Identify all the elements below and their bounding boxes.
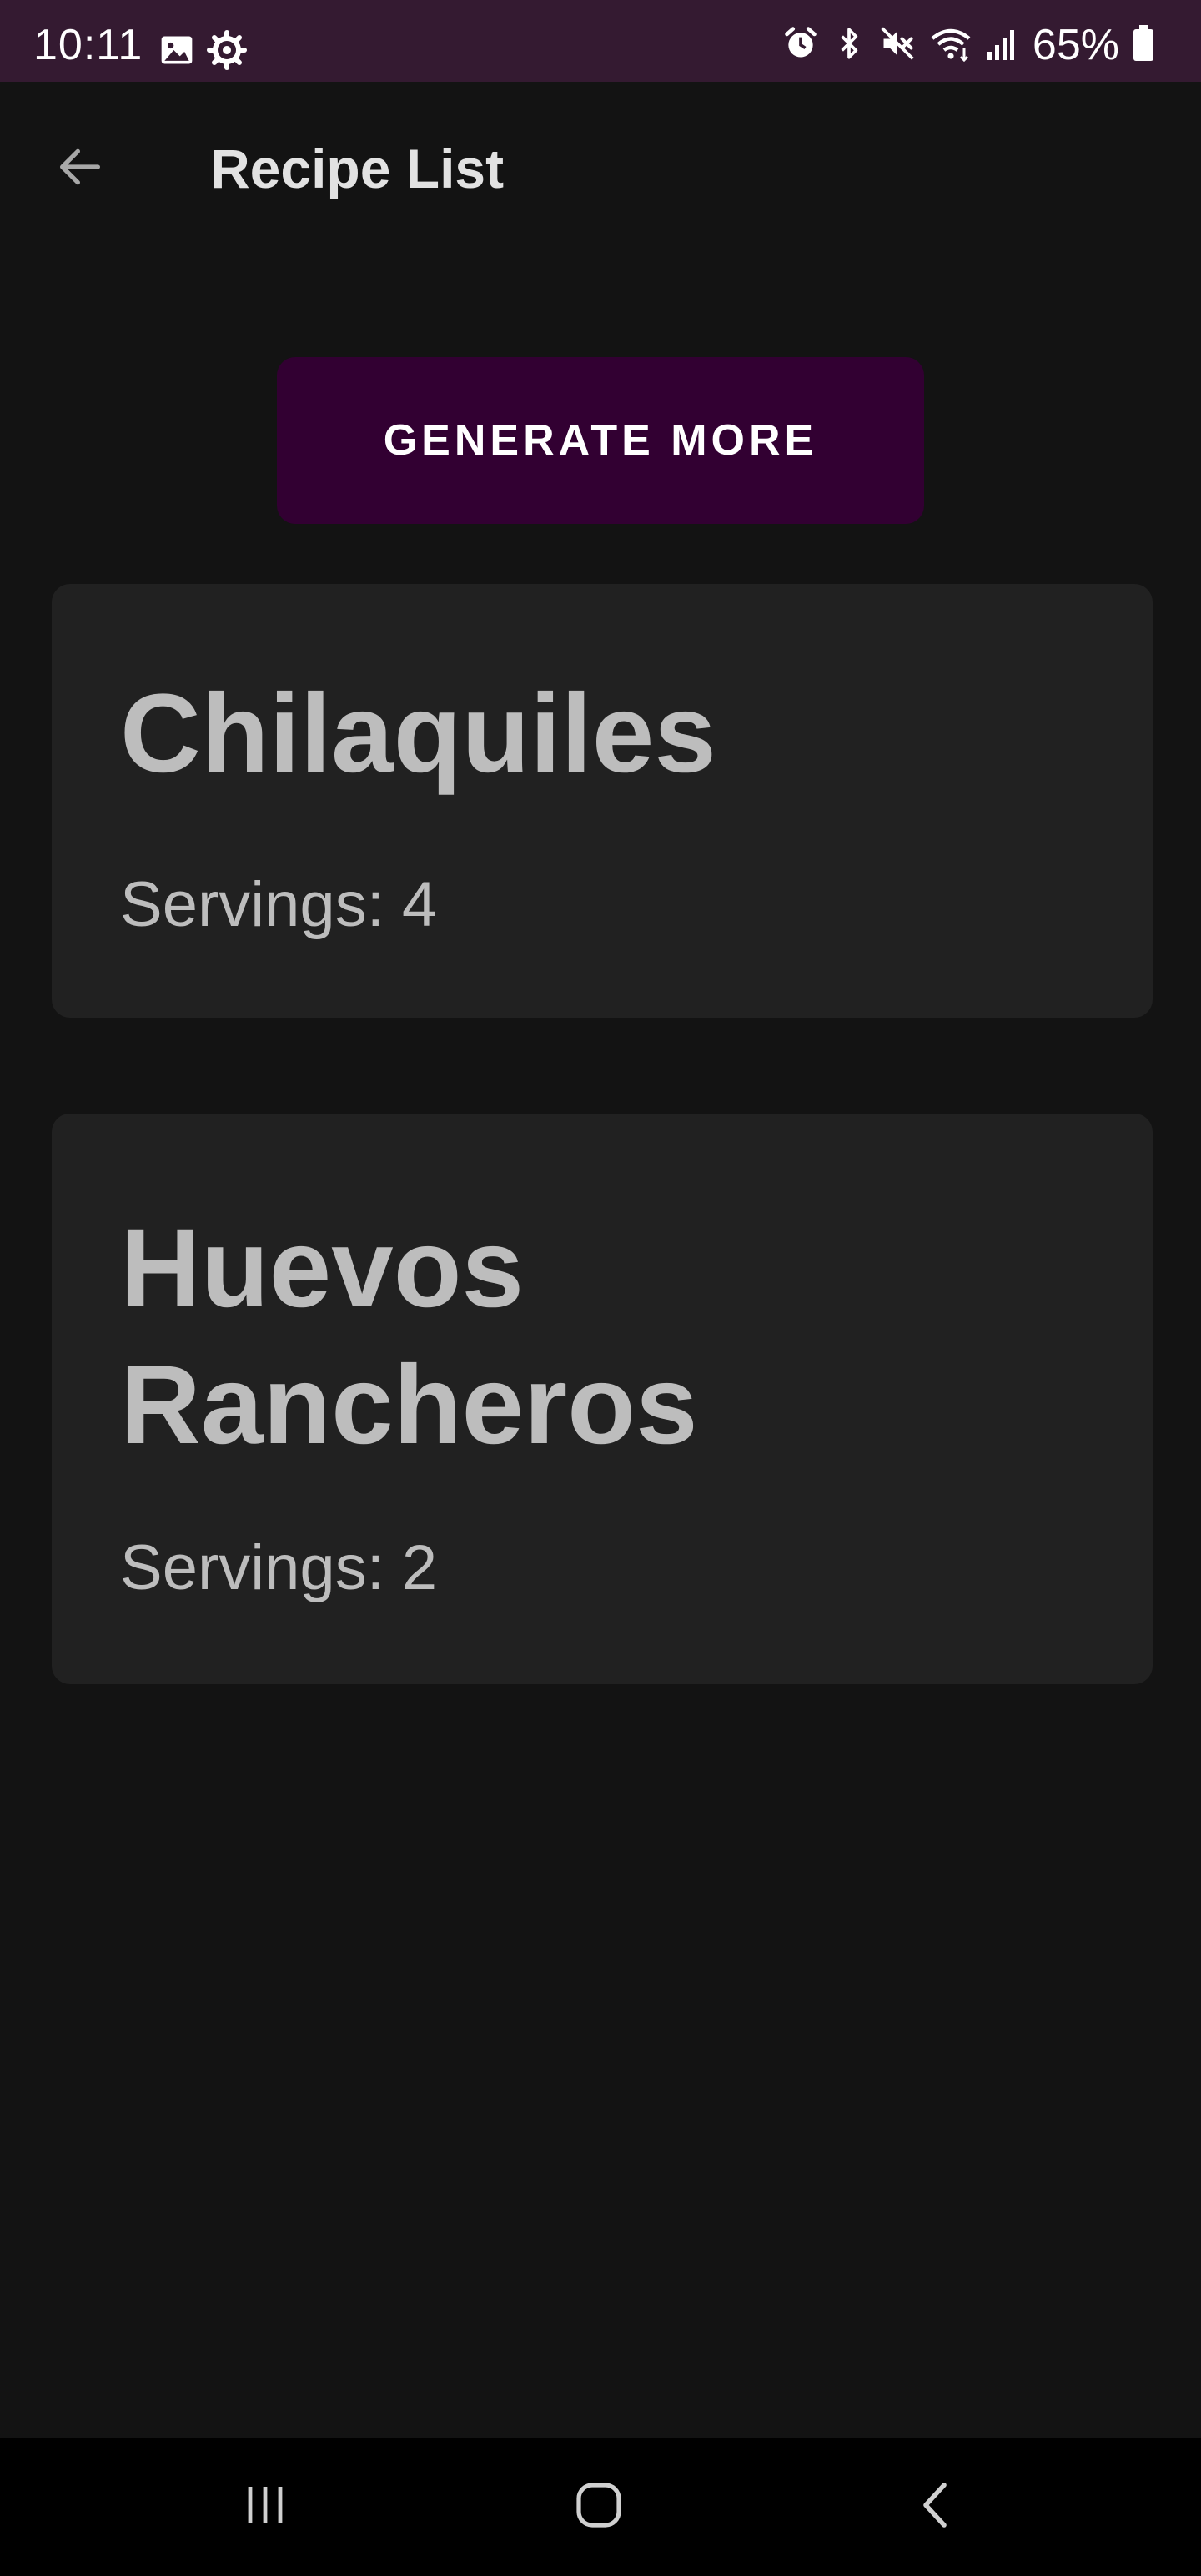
- nav-back-button[interactable]: [894, 2471, 977, 2543]
- recents-icon: [240, 2482, 290, 2533]
- system-nav-bar: [0, 2438, 1201, 2576]
- recipe-title: Huevos Rancheros: [120, 1206, 698, 1467]
- arrow-back-icon: [53, 140, 107, 198]
- battery-icon: [1133, 24, 1154, 66]
- recipe-servings: Servings: 2: [120, 1532, 438, 1603]
- settings-cog-icon: [207, 29, 247, 74]
- status-left-icons: [158, 29, 247, 74]
- home-icon: [574, 2480, 624, 2534]
- status-bar: 10:11 65%: [0, 0, 1201, 82]
- image-icon: [158, 32, 195, 73]
- status-time: 10:11: [33, 21, 143, 69]
- back-icon: [916, 2480, 956, 2534]
- recipe-servings: Servings: 4: [120, 869, 438, 940]
- home-button[interactable]: [557, 2471, 641, 2543]
- mute-icon: [879, 25, 916, 66]
- recipe-card[interactable]: Chilaquiles Servings: 4: [52, 584, 1153, 1018]
- status-right-icons: 65%: [782, 22, 1154, 68]
- recipe-card[interactable]: Huevos Rancheros Servings: 2: [52, 1114, 1153, 1684]
- generate-more-button[interactable]: GENERATE MORE: [277, 357, 924, 524]
- back-button[interactable]: [42, 130, 118, 207]
- screen: 10:11 65% Recipe List GENERATE MORE Chil…: [0, 0, 1201, 2576]
- recipe-title: Chilaquiles: [120, 672, 716, 796]
- app-bar: Recipe List: [0, 82, 1201, 255]
- battery-percent: 65%: [1032, 21, 1119, 69]
- bluetooth-icon: [832, 25, 866, 66]
- alarm-icon: [782, 25, 819, 66]
- recents-button[interactable]: [224, 2471, 307, 2543]
- wifi-icon: [929, 25, 972, 66]
- page-title: Recipe List: [210, 138, 505, 199]
- signal-icon: [986, 25, 1019, 66]
